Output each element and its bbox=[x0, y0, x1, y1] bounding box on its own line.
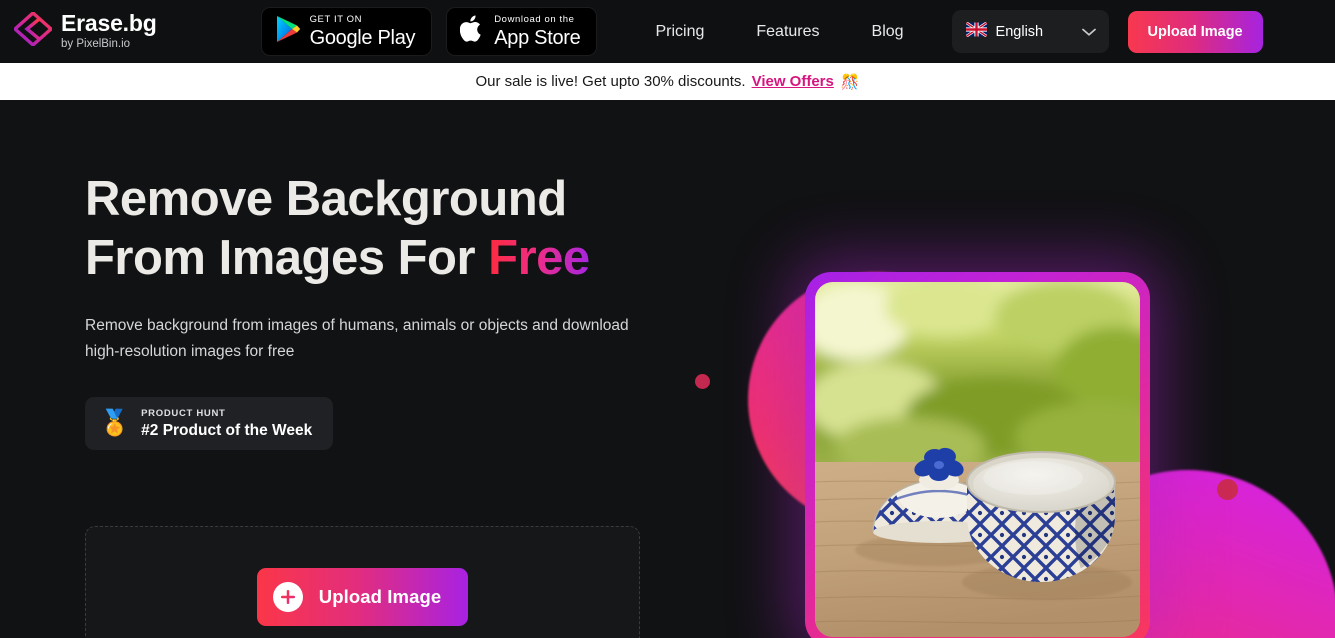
hero-visual bbox=[670, 100, 1335, 638]
headline-highlight-free: Free bbox=[488, 230, 590, 285]
announcement-bar: Our sale is live! Get upto 30% discounts… bbox=[0, 63, 1335, 100]
site-header: Erase.bg by PixelBin.io GET IT ON Google… bbox=[0, 0, 1335, 63]
hero-upload-image-button[interactable]: Upload Image bbox=[256, 568, 469, 626]
product-hunt-label: PRODUCT HUNT bbox=[141, 407, 226, 419]
medal-icon: 🏅 bbox=[99, 408, 131, 437]
google-play-label: Google Play bbox=[309, 26, 416, 49]
store-badges: GET IT ON Google Play Download on the Ap… bbox=[260, 7, 598, 56]
erasebg-diamond-logo-icon bbox=[12, 10, 54, 51]
product-hunt-rank: #2 Product of the Week bbox=[141, 421, 313, 439]
nav-link-blog[interactable]: Blog bbox=[846, 15, 930, 49]
apple-icon bbox=[460, 14, 485, 49]
view-offers-link[interactable]: View Offers bbox=[752, 73, 834, 90]
decorative-dot-right bbox=[1217, 479, 1238, 500]
google-play-small-label: GET IT ON bbox=[309, 14, 363, 26]
language-label: English bbox=[995, 23, 1044, 40]
uk-flag-icon bbox=[964, 20, 988, 42]
product-hunt-badge[interactable]: 🏅 PRODUCT HUNT #2 Product of the Week bbox=[85, 396, 333, 450]
page-title: Remove Background From Images For Free bbox=[85, 170, 685, 288]
app-store-small-label: Download on the bbox=[494, 14, 575, 26]
hero-image-frame bbox=[805, 272, 1150, 638]
brand-tagline: by PixelBin.io bbox=[61, 37, 131, 50]
app-store-button[interactable]: Download on the App Store bbox=[446, 7, 598, 56]
google-play-button[interactable]: GET IT ON Google Play bbox=[260, 7, 433, 56]
hero-copy: Remove Background From Images For Free R… bbox=[85, 170, 685, 450]
hero-image bbox=[815, 282, 1140, 637]
headline-line-2: From Images For bbox=[85, 230, 489, 285]
plus-icon bbox=[272, 582, 303, 612]
chevron-down-icon[interactable] bbox=[1081, 23, 1096, 41]
header-upload-image-button[interactable]: Upload Image bbox=[1127, 10, 1263, 53]
party-popper-icon: 🎊 bbox=[840, 73, 860, 91]
headline-line-1: Remove Background bbox=[85, 172, 567, 226]
hero-subtitle: Remove background from images of humans,… bbox=[85, 316, 629, 361]
nav-link-features[interactable]: Features bbox=[730, 15, 845, 49]
hero-upload-image-label: Upload Image bbox=[318, 586, 442, 607]
main-navigation: Pricing Features Blog bbox=[629, 15, 929, 49]
nav-link-pricing[interactable]: Pricing bbox=[629, 15, 730, 49]
language-selector[interactable]: English bbox=[951, 10, 1109, 53]
google-play-icon bbox=[275, 15, 301, 48]
erasebg-landing-page: Erase.bg by PixelBin.io GET IT ON Google… bbox=[0, 0, 1335, 638]
app-store-label: App Store bbox=[494, 26, 581, 49]
hero-section: Remove Background From Images For Free R… bbox=[0, 100, 1335, 638]
announcement-text: Our sale is live! Get upto 30% discounts… bbox=[475, 73, 746, 90]
decorative-dot-top-left bbox=[695, 374, 710, 389]
brand-logo-link[interactable]: Erase.bg by PixelBin.io bbox=[12, 10, 157, 51]
brand-name: Erase.bg bbox=[61, 10, 157, 37]
image-dropzone[interactable]: Upload Image bbox=[85, 526, 640, 638]
